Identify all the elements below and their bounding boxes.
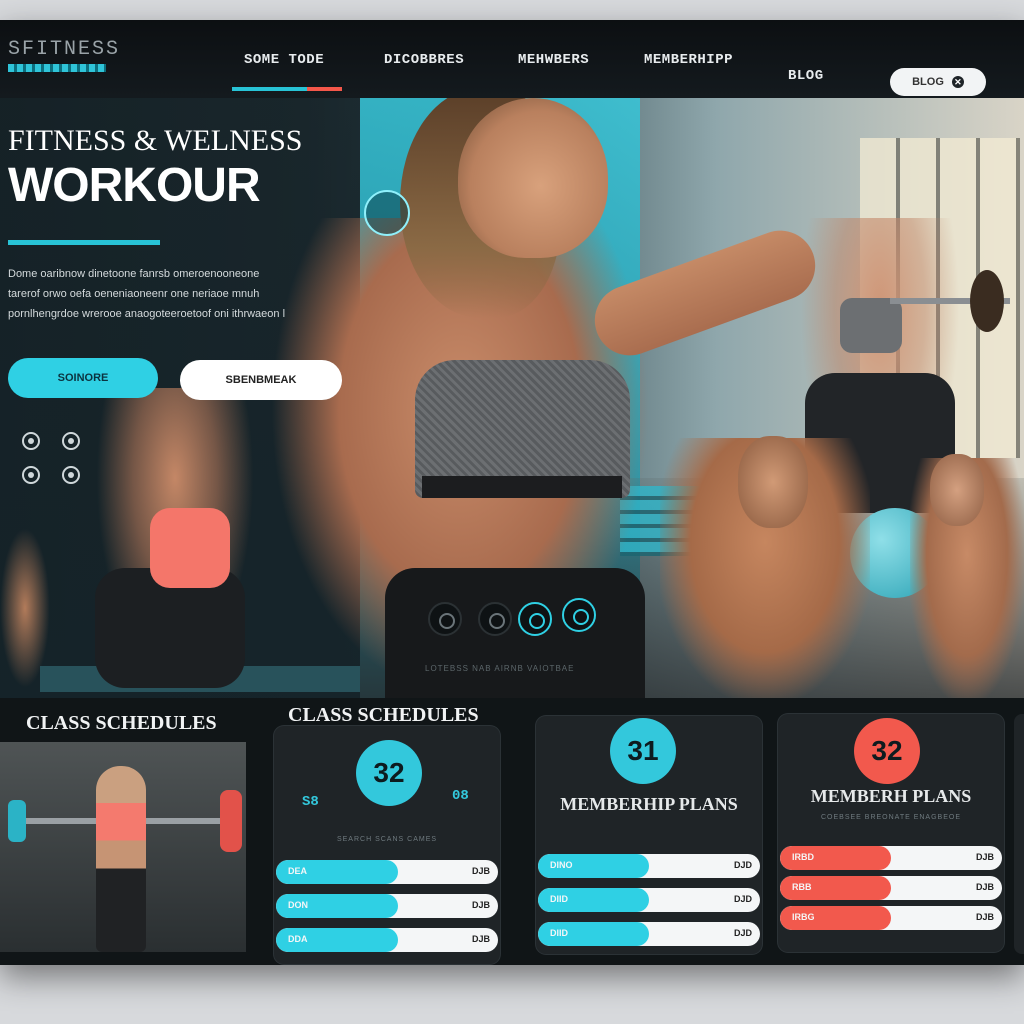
membership-plans-title: MEMBERHIP PLANS	[560, 794, 738, 814]
plan-bar-row[interactable]: IRBG DJB	[780, 906, 1002, 930]
slider-dot-icon[interactable]	[62, 432, 80, 450]
nav-link-membership[interactable]: MEMBERHIPP	[644, 52, 733, 68]
sports-bra-band	[422, 476, 622, 498]
next-card-peek[interactable]	[1014, 714, 1024, 954]
blog-pill-label: BLOG	[912, 76, 944, 88]
plan-bar-value: DJB	[471, 900, 490, 910]
slider-dot-icon[interactable]	[22, 432, 40, 450]
plan-bar-label: DIID	[550, 928, 568, 938]
primary-cta-button[interactable]: SOINORE	[8, 358, 158, 398]
secondary-cta-button[interactable]: SBENBMEAK	[180, 360, 342, 400]
hero-accent-line	[8, 240, 160, 245]
count-badge: 32	[854, 718, 920, 784]
athlete-shorts	[385, 568, 645, 698]
blog-pill-button[interactable]: BLOG ✕	[890, 68, 986, 96]
logo[interactable]: SFITNESS	[8, 38, 120, 72]
side-tag-right: 08	[452, 788, 469, 804]
plan-bar-row[interactable]: DINO DJD	[538, 854, 760, 878]
plan-bar-value: DJD	[733, 860, 752, 870]
nav-link-members[interactable]: MEHWBERS	[518, 52, 589, 68]
slider-dot-icon[interactable]	[62, 466, 80, 484]
active-nav-indicator	[232, 87, 342, 91]
main-athlete-head	[458, 98, 608, 258]
slider-dot-icon[interactable]	[22, 466, 40, 484]
plan-bar-value: DJB	[975, 912, 994, 922]
plan-bar-row[interactable]: DEA DJB	[276, 860, 498, 884]
media-control-1-icon[interactable]	[428, 602, 462, 636]
hero-description-line: Dome oaribnow dinetoone fanrsb omeroenoo…	[8, 268, 260, 280]
media-control-2-icon[interactable]	[478, 602, 512, 636]
hero-banner: LOTEBSS NAB AIRNB VAIOTBAE FITNESS & WEL…	[0, 98, 1024, 698]
weight-plate-image	[220, 790, 242, 852]
shorts-caption: LOTEBSS NAB AIRNB VAIOTBAE	[425, 664, 575, 673]
play-ring-icon[interactable]	[364, 190, 410, 236]
hero-description: Dome oaribnow dinetoone fanrsb omeroenoo…	[8, 264, 338, 324]
plan-bar-label: DIID	[550, 894, 568, 904]
count-badge: 31	[610, 718, 676, 784]
plan-bar-label: RBB	[792, 882, 812, 892]
plan-bar-value: DJB	[975, 852, 994, 862]
card-subtitle: COEBSEE BREONATE ENAGBEOE	[820, 814, 961, 821]
plan-bar-row[interactable]: DDA DJB	[276, 928, 498, 952]
background-athlete-image	[0, 528, 50, 688]
weight-plate-image	[970, 270, 1004, 332]
nav-link-discover[interactable]: DICOBBRES	[384, 52, 464, 68]
weight-plate-image	[8, 800, 26, 842]
class-schedules-card-title: CLASS SCHEDULES	[288, 704, 479, 726]
membership-plans-title: MEMBERH PLANS	[810, 786, 972, 806]
nav-link-blog[interactable]: BLOG	[788, 68, 824, 84]
hero-title: FITNESS & WELNESS	[8, 124, 303, 157]
plan-bar-value: DJD	[733, 928, 752, 938]
plan-bar-label: DON	[288, 900, 308, 910]
male-trainer-head	[738, 436, 808, 528]
bottom-section: CLASS SCHEDULES CLASS SCHEDULES 32 S8 08…	[0, 698, 1024, 965]
media-control-4-icon[interactable]	[562, 598, 596, 632]
plan-bar-label: DDA	[288, 934, 308, 944]
hero-description-line: tarerof orwo oefa oeneniaoneenr one neri…	[8, 288, 260, 300]
logo-tagline-bar	[8, 64, 106, 72]
plan-bar-label: IRBG	[792, 912, 815, 922]
plan-bar-row[interactable]: DIID DJD	[538, 888, 760, 912]
card-subtitle: SEARCH SCANS CAMES	[336, 836, 438, 843]
plan-bar-value: DJD	[733, 894, 752, 904]
app-window: SFITNESS SOME TODE DICOBBRES MEHWBERS ME…	[0, 20, 1024, 965]
plan-bar-row[interactable]: IRBD DJB	[780, 846, 1002, 870]
plan-bar-label: DEA	[288, 866, 308, 876]
lunging-woman-top	[840, 298, 902, 353]
class-photo[interactable]	[0, 742, 246, 952]
stretching-woman-top	[150, 508, 230, 588]
plan-bar-value: DJB	[471, 934, 490, 944]
male-athlete-head	[930, 454, 984, 526]
plan-bar-label: IRBD	[792, 852, 814, 862]
lifting-woman-image	[96, 766, 146, 952]
membership-plan-card[interactable]: 32 MEMBERH PLANS COEBSEE BREONATE ENAGBE…	[778, 714, 1004, 952]
plan-bar-row[interactable]: RBB DJB	[780, 876, 1002, 900]
class-schedule-card[interactable]: CLASS SCHEDULES 32 S8 08 SEARCH SCANS CA…	[274, 704, 500, 964]
plan-bar-row[interactable]: DIID DJD	[538, 922, 760, 946]
plan-bar-value: DJB	[975, 882, 994, 892]
plan-bar-label: DINO	[550, 860, 573, 870]
hero-description-line: pornlhengrdoe wrerooe anaogoteeroetoof o…	[8, 308, 286, 320]
top-nav: SFITNESS SOME TODE DICOBBRES MEHWBERS ME…	[0, 20, 1024, 98]
membership-plan-card[interactable]: 31 MEMBERHIP PLANS DINO DJD DIID DJD DIID DJD	[536, 716, 762, 954]
logo-text: SFITNESS	[8, 38, 121, 61]
side-tag-left: S8	[302, 794, 319, 810]
plan-bar-row[interactable]: DON DJB	[276, 894, 498, 918]
media-control-3-icon[interactable]	[518, 602, 552, 636]
nav-link-home[interactable]: SOME TODE	[244, 52, 324, 68]
plan-bar-value: DJB	[471, 866, 490, 876]
count-badge: 32	[356, 740, 422, 806]
class-schedules-heading: CLASS SCHEDULES	[26, 712, 217, 734]
hero-subtitle: WORKOUR	[8, 159, 261, 212]
close-icon[interactable]: ✕	[951, 76, 964, 88]
